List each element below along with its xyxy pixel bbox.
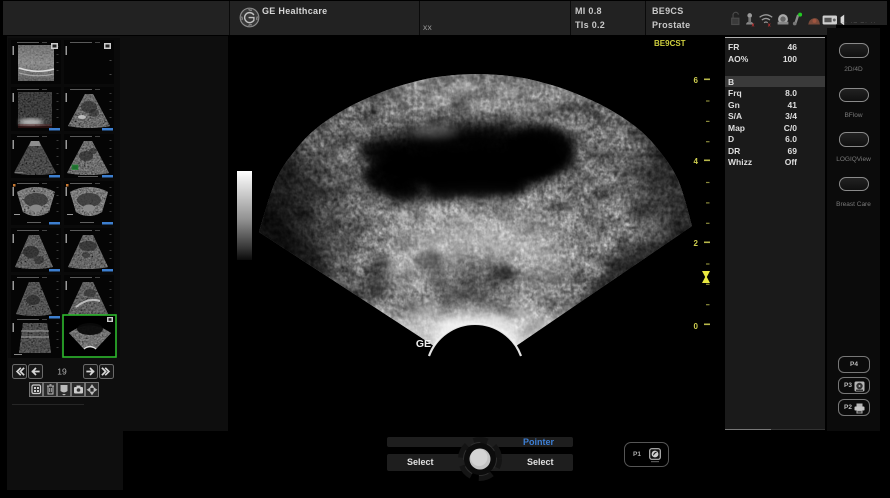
- svg-text:19: 19: [57, 367, 67, 377]
- svg-text:0: 0: [694, 322, 699, 331]
- svg-text:x: x: [768, 22, 771, 28]
- svg-text:2: 2: [694, 239, 699, 248]
- svg-text:GE: GE: [416, 338, 431, 350]
- svg-text:x: x: [752, 22, 755, 28]
- svg-text:6: 6: [694, 76, 699, 85]
- svg-text:4: 4: [694, 157, 699, 166]
